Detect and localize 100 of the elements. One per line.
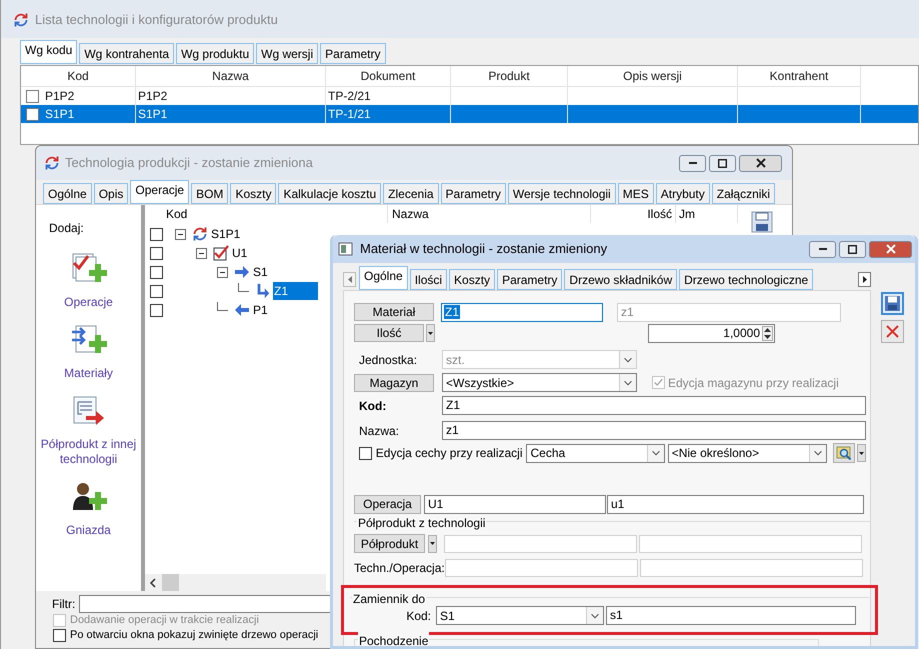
dropdown[interactable]: Cecha <box>526 444 665 462</box>
delete-button[interactable] <box>881 320 904 343</box>
dropdown[interactable]: <Wszystkie> <box>442 373 637 392</box>
scroll-thumb[interactable] <box>162 574 179 591</box>
chevron-icon[interactable] <box>646 444 664 462</box>
action-link[interactable]: Gniazda <box>40 523 136 538</box>
checkbox[interactable] <box>150 284 163 298</box>
tab[interactable]: Wg kontrahenta <box>79 43 174 64</box>
tab[interactable]: Wersje technologii <box>508 183 616 204</box>
tab[interactable]: Koszty <box>449 269 496 290</box>
tab[interactable]: Wg kodu <box>20 40 78 64</box>
column-header[interactable]: Nazwa <box>388 205 591 223</box>
column-header[interactable]: Kod <box>165 205 388 223</box>
number-field[interactable]: 1,0000 <box>648 324 775 342</box>
tab[interactable]: Ogólne <box>359 266 408 290</box>
tab[interactable]: MES <box>618 183 654 204</box>
tab[interactable]: Parametry <box>320 43 386 64</box>
tab[interactable]: BOM <box>191 183 228 204</box>
tab[interactable]: Opis <box>94 183 128 204</box>
text-field[interactable] <box>445 558 638 576</box>
checkbox[interactable] <box>150 246 163 260</box>
tab[interactable]: Drzewo składników <box>564 269 678 290</box>
collapse-button[interactable] <box>217 266 228 278</box>
collapse-button[interactable] <box>175 228 186 240</box>
text-field[interactable]: U1 <box>424 494 606 514</box>
dropdown-arrow-button[interactable] <box>428 534 437 552</box>
button[interactable]: Operacja <box>354 494 421 514</box>
scrollbar[interactable] <box>145 574 326 591</box>
dropdown-arrow-button[interactable] <box>857 444 866 462</box>
selected-row[interactable]: S1P1 S1P1 TP-1/21 <box>21 105 918 123</box>
tab[interactable]: Ogólne <box>43 183 92 204</box>
column-header[interactable]: Jm <box>676 205 738 223</box>
close-icon <box>756 158 766 168</box>
checkbox[interactable] <box>26 108 39 120</box>
text-field[interactable]: z1 <box>617 302 841 322</box>
tab[interactable]: Ilości <box>410 269 448 290</box>
tab[interactable]: Atrybuty <box>656 183 710 204</box>
tab[interactable]: Drzewo technologiczne <box>679 269 814 290</box>
column-header[interactable]: Produkt <box>451 66 568 87</box>
scroll-left-button[interactable] <box>343 272 356 287</box>
checkbox[interactable] <box>150 304 163 316</box>
text-field[interactable] <box>444 534 637 552</box>
text-field[interactable]: u1 <box>607 494 864 514</box>
checkbox[interactable] <box>358 446 372 460</box>
action-link[interactable]: Półprodukt z innej technologii <box>40 437 136 467</box>
tab[interactable]: Wg wersji <box>256 43 318 64</box>
save-icon[interactable] <box>751 211 773 233</box>
maximize-button[interactable] <box>839 240 866 258</box>
checkbox-label: Dodawanie operacji w trakcie realizacji <box>70 613 259 628</box>
close-icon <box>886 244 896 254</box>
tab[interactable]: Wg produktu <box>176 43 254 64</box>
action-link[interactable]: Materiały <box>40 366 136 381</box>
collapse-button[interactable] <box>196 248 207 258</box>
minimize-button[interactable] <box>809 240 836 258</box>
checkbox[interactable] <box>53 629 66 642</box>
dropdown[interactable]: S1 <box>436 606 604 625</box>
text-field[interactable]: Z1 <box>442 396 866 415</box>
button[interactable]: Ilość <box>354 324 424 342</box>
column-header[interactable]: Ilość <box>591 205 676 223</box>
tree-item[interactable]: S1 <box>252 263 269 281</box>
search-button[interactable] <box>833 443 856 463</box>
spin-button[interactable] <box>762 326 773 340</box>
tree-item[interactable]: P1 <box>252 301 269 319</box>
tab[interactable]: Kalkulacje kosztu <box>278 183 382 204</box>
tab[interactable]: Załączniki <box>712 183 776 204</box>
text-field[interactable] <box>640 558 863 576</box>
action-link[interactable]: Operacje <box>40 295 136 310</box>
tree-item[interactable]: S1P1 <box>210 225 242 243</box>
text-field[interactable] <box>639 534 862 552</box>
dropdown-arrow-button[interactable] <box>426 324 435 342</box>
text-field[interactable]: Z1 <box>441 302 603 322</box>
tab[interactable]: Parametry <box>440 183 506 204</box>
text-field[interactable]: z1 <box>442 421 866 440</box>
checkbox[interactable] <box>150 228 163 240</box>
tab[interactable]: Operacje <box>130 180 190 204</box>
chevron-icon[interactable] <box>586 607 603 624</box>
checkbox[interactable] <box>150 266 163 278</box>
button[interactable]: Magazyn <box>354 374 434 392</box>
tab[interactable]: Koszty <box>230 183 276 204</box>
minimize-button[interactable] <box>679 154 706 172</box>
maximize-button[interactable] <box>709 154 736 172</box>
button[interactable]: Półprodukt <box>354 534 425 553</box>
save-button[interactable] <box>881 292 904 315</box>
tree-item[interactable]: U1 <box>231 244 248 262</box>
column-header[interactable]: Nazwa <box>136 66 326 87</box>
column-header[interactable]: Dokument <box>326 66 451 87</box>
button[interactable]: Materiał <box>354 303 434 321</box>
close-button[interactable] <box>739 154 782 172</box>
chevron-icon[interactable] <box>619 374 636 391</box>
chevron-icon[interactable] <box>809 444 826 462</box>
text-field[interactable]: s1 <box>606 606 856 625</box>
tab[interactable]: Zlecenia <box>383 183 439 204</box>
tree-item[interactable]: Z1 <box>273 282 318 300</box>
column-header[interactable]: Opis wersji <box>568 66 738 87</box>
checkbox[interactable] <box>26 90 39 102</box>
tab[interactable]: Parametry <box>497 269 562 290</box>
column-header[interactable]: Kontrahent <box>738 66 861 87</box>
scroll-right-button[interactable] <box>858 272 871 287</box>
dropdown[interactable]: <Nie określono> <box>668 444 828 462</box>
column-header[interactable]: Kod <box>21 66 136 87</box>
